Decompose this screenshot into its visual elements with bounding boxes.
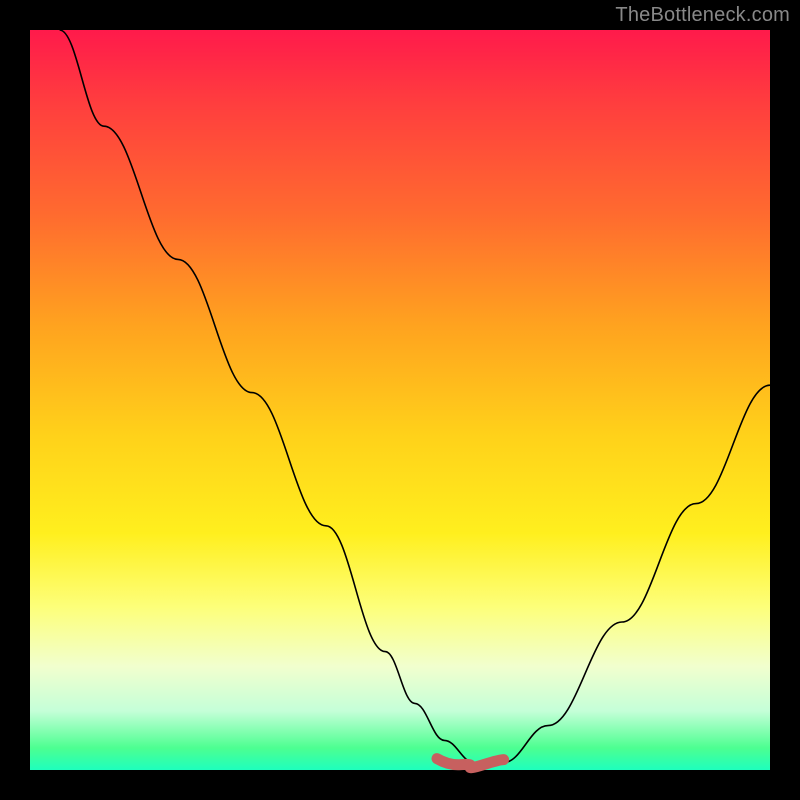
- bottleneck-curve-line: [60, 30, 770, 766]
- chart-plot-area: [30, 30, 770, 770]
- optimal-zone-highlight: [437, 759, 504, 768]
- watermark-text: TheBottleneck.com: [615, 4, 790, 27]
- chart-svg: [30, 30, 770, 770]
